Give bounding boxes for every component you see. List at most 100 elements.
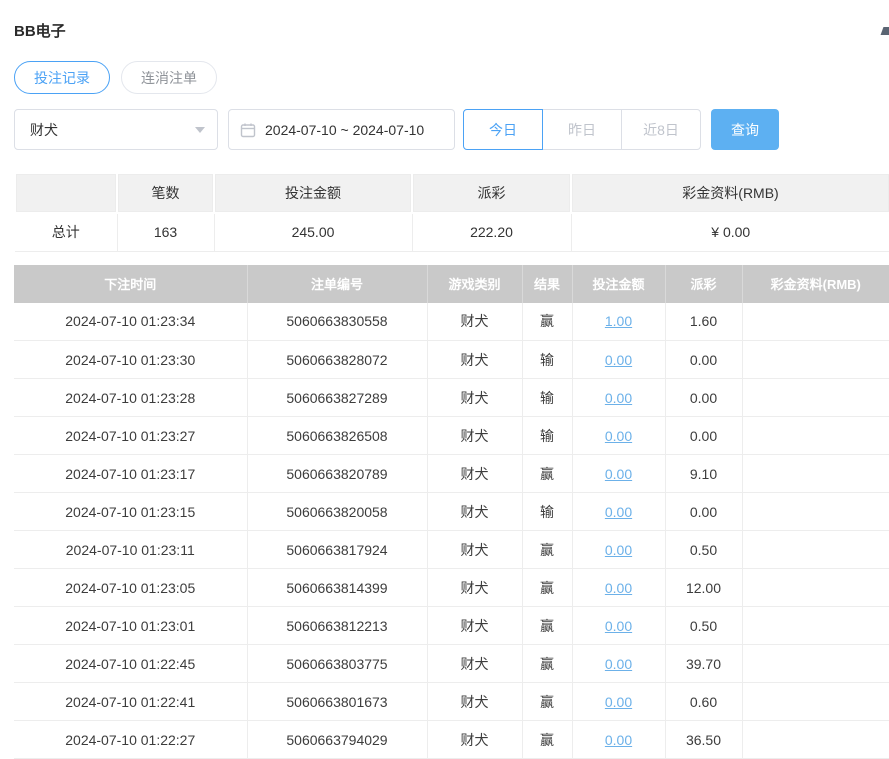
summary-table: 笔数投注金额派彩彩金资料(RMB) 总计 163 245.00 222.20 ¥…	[14, 172, 889, 252]
bonus	[742, 417, 889, 455]
payout: 36.50	[665, 721, 742, 759]
game-type: 财犬	[427, 379, 522, 417]
payout: 39.70	[665, 645, 742, 683]
summary-bonus: ¥ 0.00	[571, 213, 889, 251]
table-header-cell: 注单编号	[247, 265, 427, 303]
result: 输	[522, 417, 572, 455]
bet-time: 2024-07-10 01:22:45	[14, 645, 247, 683]
table-header-cell: 结果	[522, 265, 572, 303]
table-row: 2024-07-10 01:23:27 5060663826508 财犬 输 0…	[14, 417, 889, 455]
bet-time: 2024-07-10 01:22:27	[14, 721, 247, 759]
result: 输	[522, 379, 572, 417]
bet-amount-link[interactable]: 0.00	[605, 428, 632, 444]
bonus	[742, 493, 889, 531]
summary-payout: 222.20	[412, 213, 571, 251]
table-header-cell: 派彩	[665, 265, 742, 303]
game-type: 财犬	[427, 607, 522, 645]
result: 赢	[522, 607, 572, 645]
game-select[interactable]: 财犬	[14, 109, 218, 150]
tab-cancelled-bets[interactable]: 连消注单	[121, 61, 217, 94]
order-number: 5060663827289	[247, 379, 427, 417]
bet-amount-cell: 0.00	[572, 341, 665, 379]
order-number: 5060663794029	[247, 721, 427, 759]
bonus	[742, 569, 889, 607]
bet-amount-link[interactable]: 0.00	[605, 542, 632, 558]
payout: 0.50	[665, 607, 742, 645]
bet-amount-cell: 0.00	[572, 645, 665, 683]
table-row: 2024-07-10 01:23:28 5060663827289 财犬 输 0…	[14, 379, 889, 417]
result: 赢	[522, 645, 572, 683]
summary-header-cell: 彩金资料(RMB)	[571, 173, 889, 213]
game-type: 财犬	[427, 455, 522, 493]
game-type: 财犬	[427, 645, 522, 683]
order-number: 5060663817924	[247, 531, 427, 569]
bet-amount-link[interactable]: 0.00	[605, 580, 632, 596]
bet-amount-cell: 0.00	[572, 569, 665, 607]
bet-time: 2024-07-10 01:23:11	[14, 531, 247, 569]
result: 赢	[522, 531, 572, 569]
bonus	[742, 607, 889, 645]
order-number: 5060663801673	[247, 683, 427, 721]
today-button[interactable]: 今日	[463, 109, 543, 150]
bet-records-table: 下注时间注单编号游戏类别结果投注金额派彩彩金资料(RMB) 2024-07-10…	[14, 265, 889, 759]
bet-time: 2024-07-10 01:23:30	[14, 341, 247, 379]
summary-header-cell: 笔数	[117, 173, 214, 213]
bonus	[742, 303, 889, 341]
bet-amount-link[interactable]: 0.00	[605, 732, 632, 748]
result: 赢	[522, 455, 572, 493]
date-range-value: 2024-07-10 ~ 2024-07-10	[265, 122, 424, 138]
bet-amount-link[interactable]: 0.00	[605, 352, 632, 368]
payout: 0.00	[665, 379, 742, 417]
bet-time: 2024-07-10 01:23:17	[14, 455, 247, 493]
table-row: 2024-07-10 01:22:27 5060663794029 财犬 赢 0…	[14, 721, 889, 759]
bet-amount-link[interactable]: 0.00	[605, 656, 632, 672]
bet-amount-cell: 0.00	[572, 417, 665, 455]
table-row: 2024-07-10 01:23:34 5060663830558 财犬 赢 1…	[14, 303, 889, 341]
payout: 0.00	[665, 341, 742, 379]
payout: 0.00	[665, 417, 742, 455]
table-header-cell: 游戏类别	[427, 265, 522, 303]
summary-header-row: 笔数投注金额派彩彩金资料(RMB)	[15, 173, 889, 213]
order-number: 5060663820789	[247, 455, 427, 493]
bet-amount-link[interactable]: 0.00	[605, 618, 632, 634]
game-select-value: 财犬	[30, 120, 58, 140]
game-type: 财犬	[427, 721, 522, 759]
date-range-picker[interactable]: 2024-07-10 ~ 2024-07-10	[228, 109, 455, 150]
order-number: 5060663826508	[247, 417, 427, 455]
bet-amount-link[interactable]: 1.00	[605, 313, 632, 329]
bet-amount-cell: 0.00	[572, 531, 665, 569]
order-number: 5060663814399	[247, 569, 427, 607]
bet-amount-link[interactable]: 0.00	[605, 466, 632, 482]
table-row: 2024-07-10 01:23:30 5060663828072 财犬 输 0…	[14, 341, 889, 379]
game-type: 财犬	[427, 683, 522, 721]
bonus	[742, 721, 889, 759]
search-button[interactable]: 查询	[711, 109, 779, 150]
bonus	[742, 645, 889, 683]
table-row: 2024-07-10 01:23:01 5060663812213 财犬 赢 0…	[14, 607, 889, 645]
last-8-days-button[interactable]: 近8日	[621, 109, 701, 150]
summary-total-row: 总计 163 245.00 222.20 ¥ 0.00	[15, 213, 889, 251]
bet-amount-link[interactable]: 0.00	[605, 504, 632, 520]
clipped-corner-icon	[881, 27, 889, 35]
bet-time: 2024-07-10 01:23:34	[14, 303, 247, 341]
tab-bar: 投注记录 连消注单	[14, 61, 889, 94]
bonus	[742, 531, 889, 569]
chevron-down-icon	[195, 127, 205, 133]
bet-amount-cell: 0.00	[572, 455, 665, 493]
game-type: 财犬	[427, 303, 522, 341]
order-number: 5060663830558	[247, 303, 427, 341]
bet-amount-cell: 0.00	[572, 379, 665, 417]
game-type: 财犬	[427, 569, 522, 607]
tab-bet-records[interactable]: 投注记录	[14, 61, 110, 94]
payout: 1.60	[665, 303, 742, 341]
table-header-cell: 下注时间	[14, 265, 247, 303]
bet-amount-link[interactable]: 0.00	[605, 694, 632, 710]
summary-bet-amount: 245.00	[214, 213, 412, 251]
bet-time: 2024-07-10 01:23:27	[14, 417, 247, 455]
bet-amount-cell: 0.00	[572, 683, 665, 721]
table-row: 2024-07-10 01:23:15 5060663820058 财犬 输 0…	[14, 493, 889, 531]
bet-amount-link[interactable]: 0.00	[605, 390, 632, 406]
yesterday-button[interactable]: 昨日	[542, 109, 622, 150]
bet-time: 2024-07-10 01:22:41	[14, 683, 247, 721]
game-type: 财犬	[427, 493, 522, 531]
